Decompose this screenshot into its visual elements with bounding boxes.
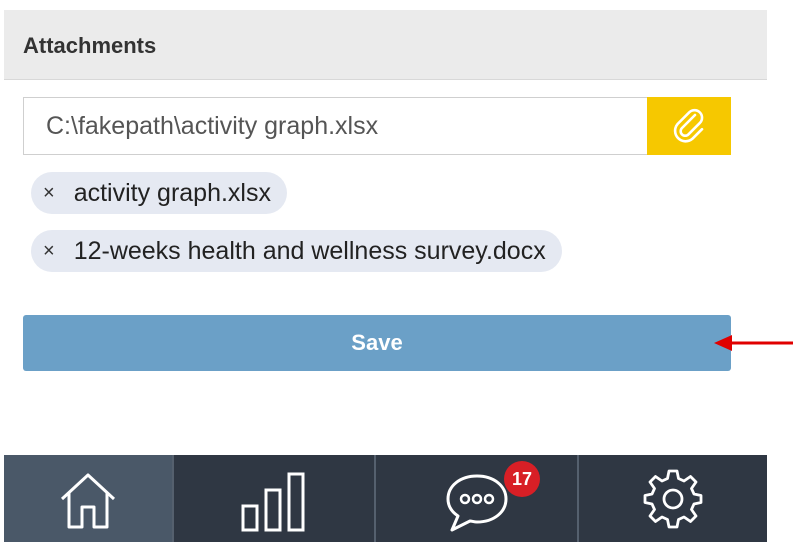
nav-settings[interactable] xyxy=(579,455,767,542)
gear-icon xyxy=(643,469,703,528)
nav-messages[interactable]: 17 xyxy=(376,455,579,542)
save-button[interactable]: Save xyxy=(23,315,731,371)
file-path-input[interactable]: C:\fakepath\activity graph.xlsx xyxy=(23,97,647,155)
attachment-filename: 12-weeks health and wellness survey.docx xyxy=(73,236,546,265)
attachment-chip: × activity graph.xlsx xyxy=(31,172,287,214)
chat-bubble-icon xyxy=(446,474,507,531)
home-icon xyxy=(60,473,116,528)
nav-stats[interactable] xyxy=(174,455,376,542)
remove-attachment-button[interactable]: × xyxy=(43,240,55,263)
paperclip-icon xyxy=(673,108,704,143)
bottom-navigation: 17 xyxy=(4,455,767,542)
nav-home[interactable] xyxy=(4,455,174,542)
attachments-header: Attachments xyxy=(4,10,767,80)
remove-attachment-button[interactable]: × xyxy=(43,182,55,205)
bar-chart-icon xyxy=(241,472,305,531)
attachment-filename: activity graph.xlsx xyxy=(73,178,271,207)
attachments-title: Attachments xyxy=(23,33,157,58)
unread-count-badge: 17 xyxy=(504,461,540,497)
file-input-row: C:\fakepath\activity graph.xlsx xyxy=(23,97,731,155)
attachment-chip: × 12-weeks health and wellness survey.do… xyxy=(31,230,562,272)
red-arrow-annotation xyxy=(714,335,793,351)
attach-file-button[interactable] xyxy=(647,97,731,155)
